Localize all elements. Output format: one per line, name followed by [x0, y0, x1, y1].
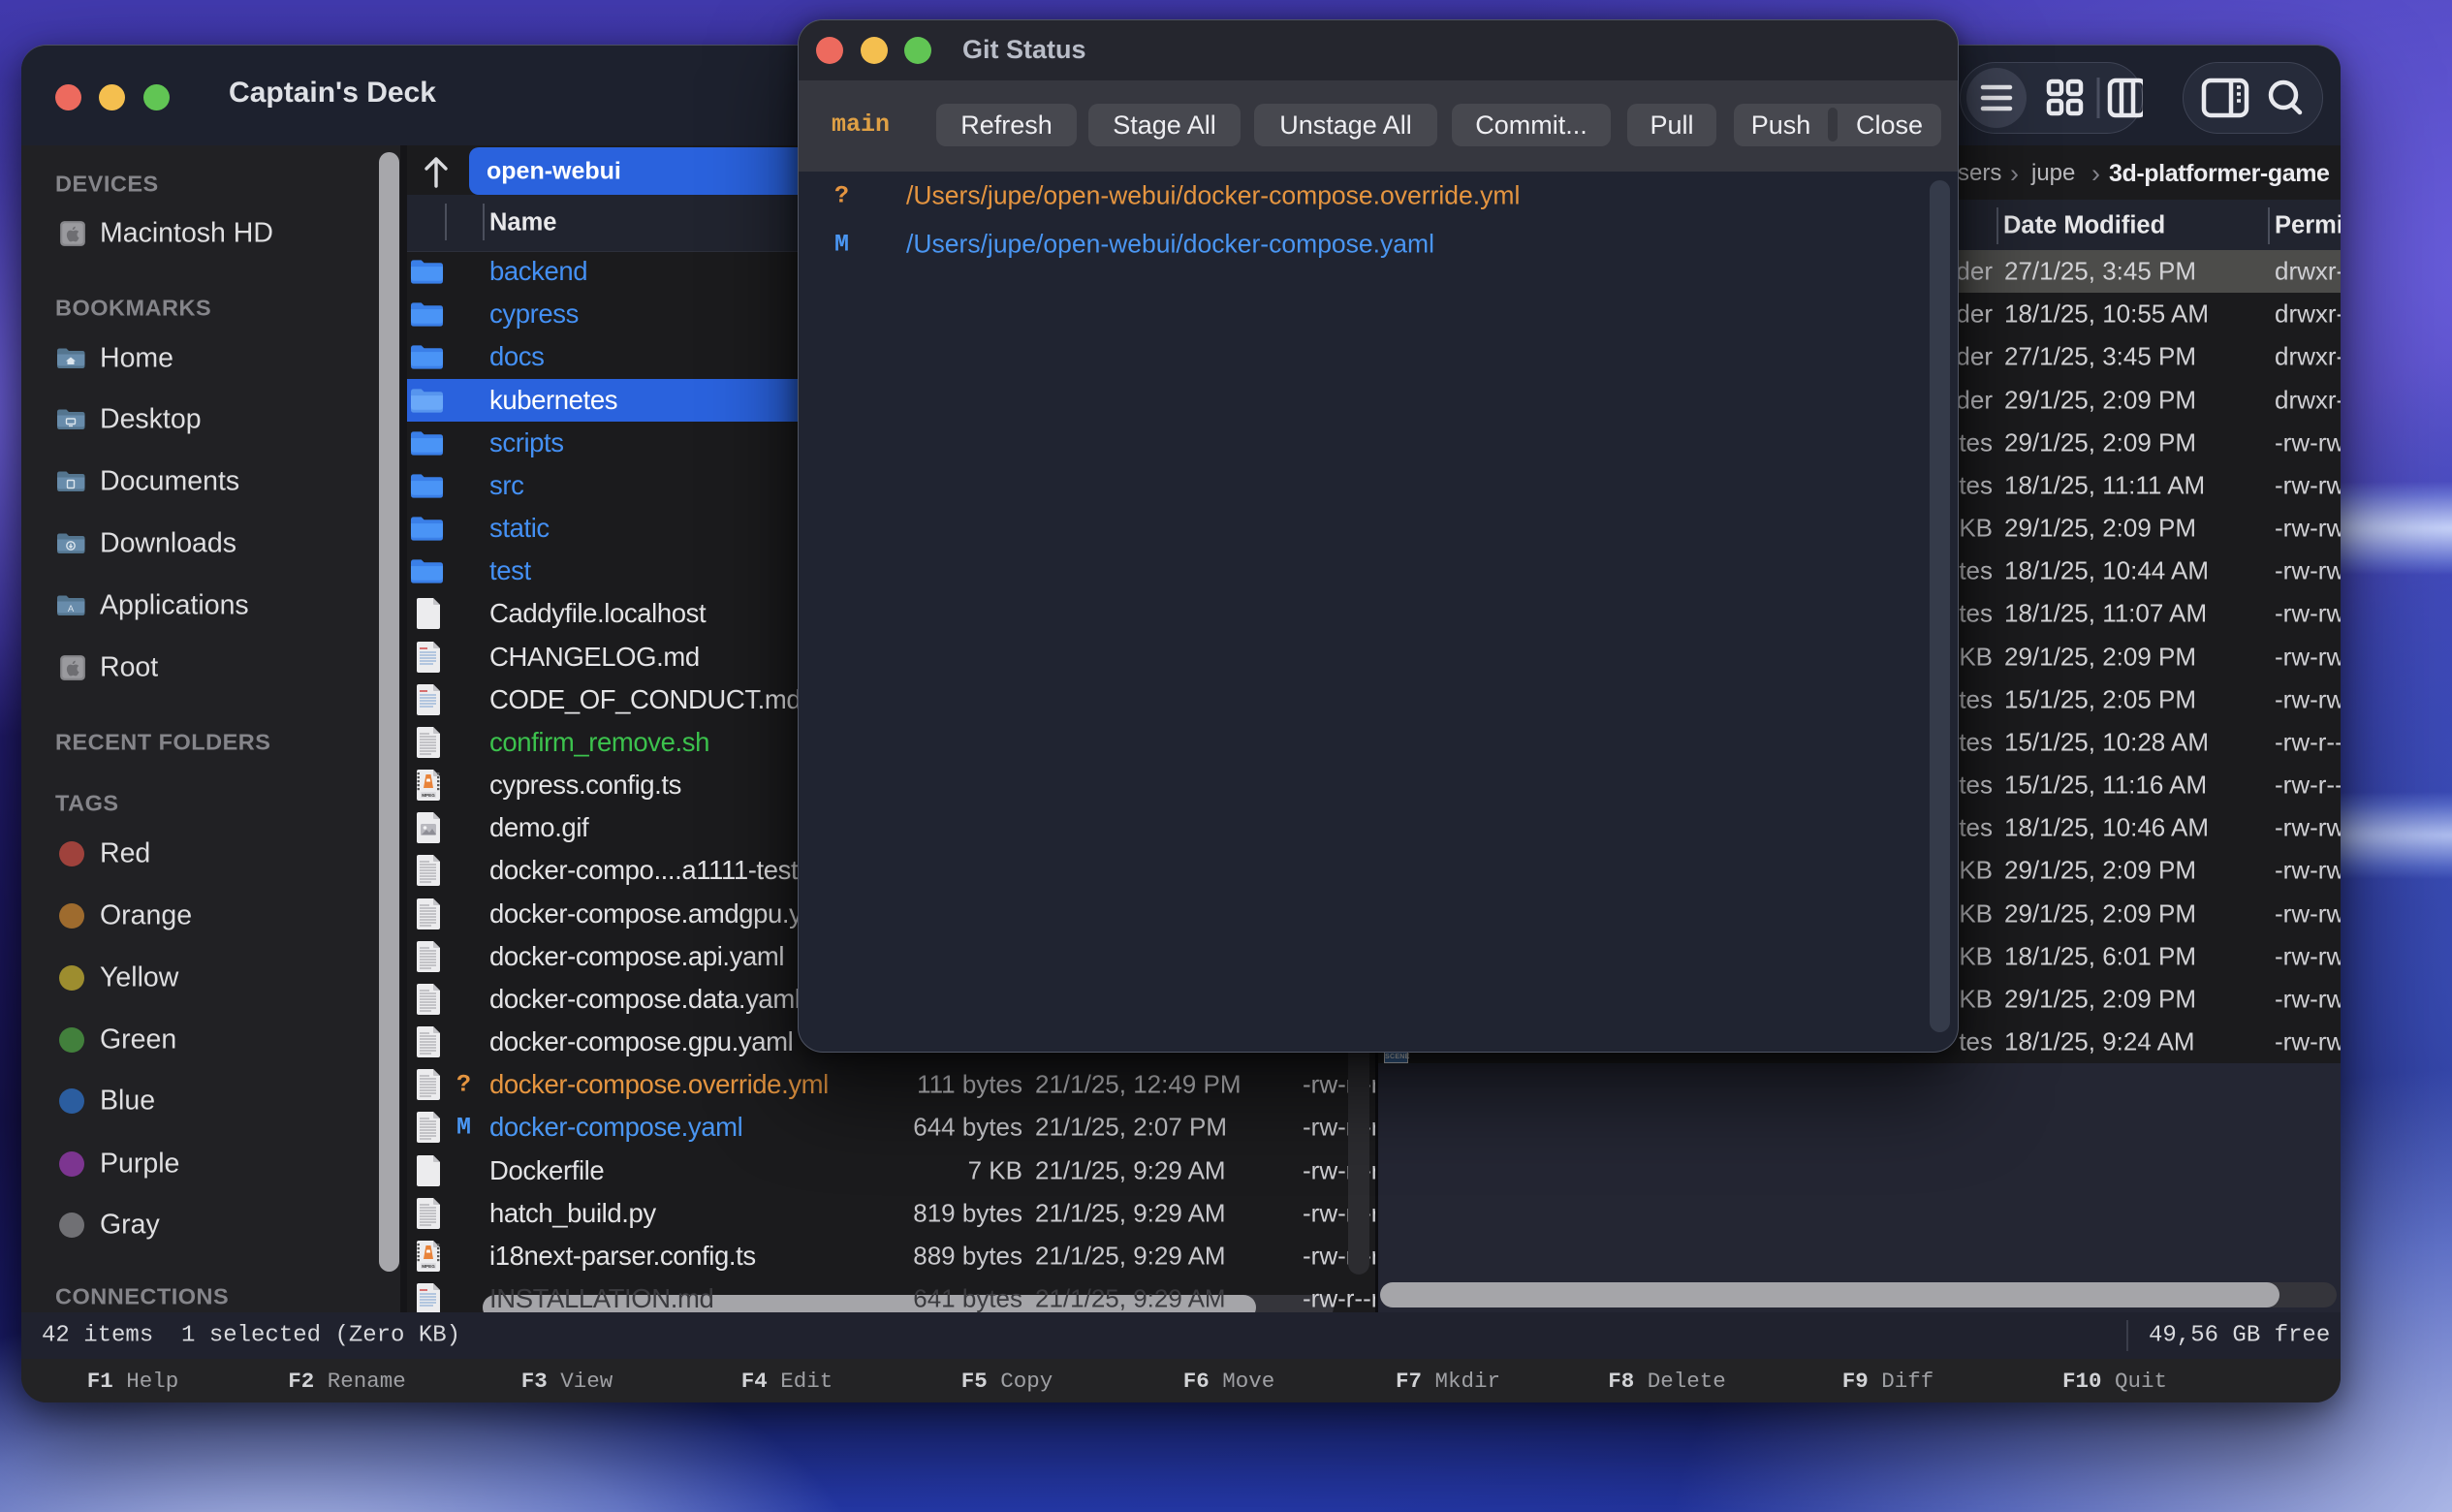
svg-text:MPEG: MPEG	[422, 1264, 435, 1269]
svg-text:MPEG: MPEG	[422, 793, 435, 798]
svg-text:A: A	[68, 604, 75, 614]
